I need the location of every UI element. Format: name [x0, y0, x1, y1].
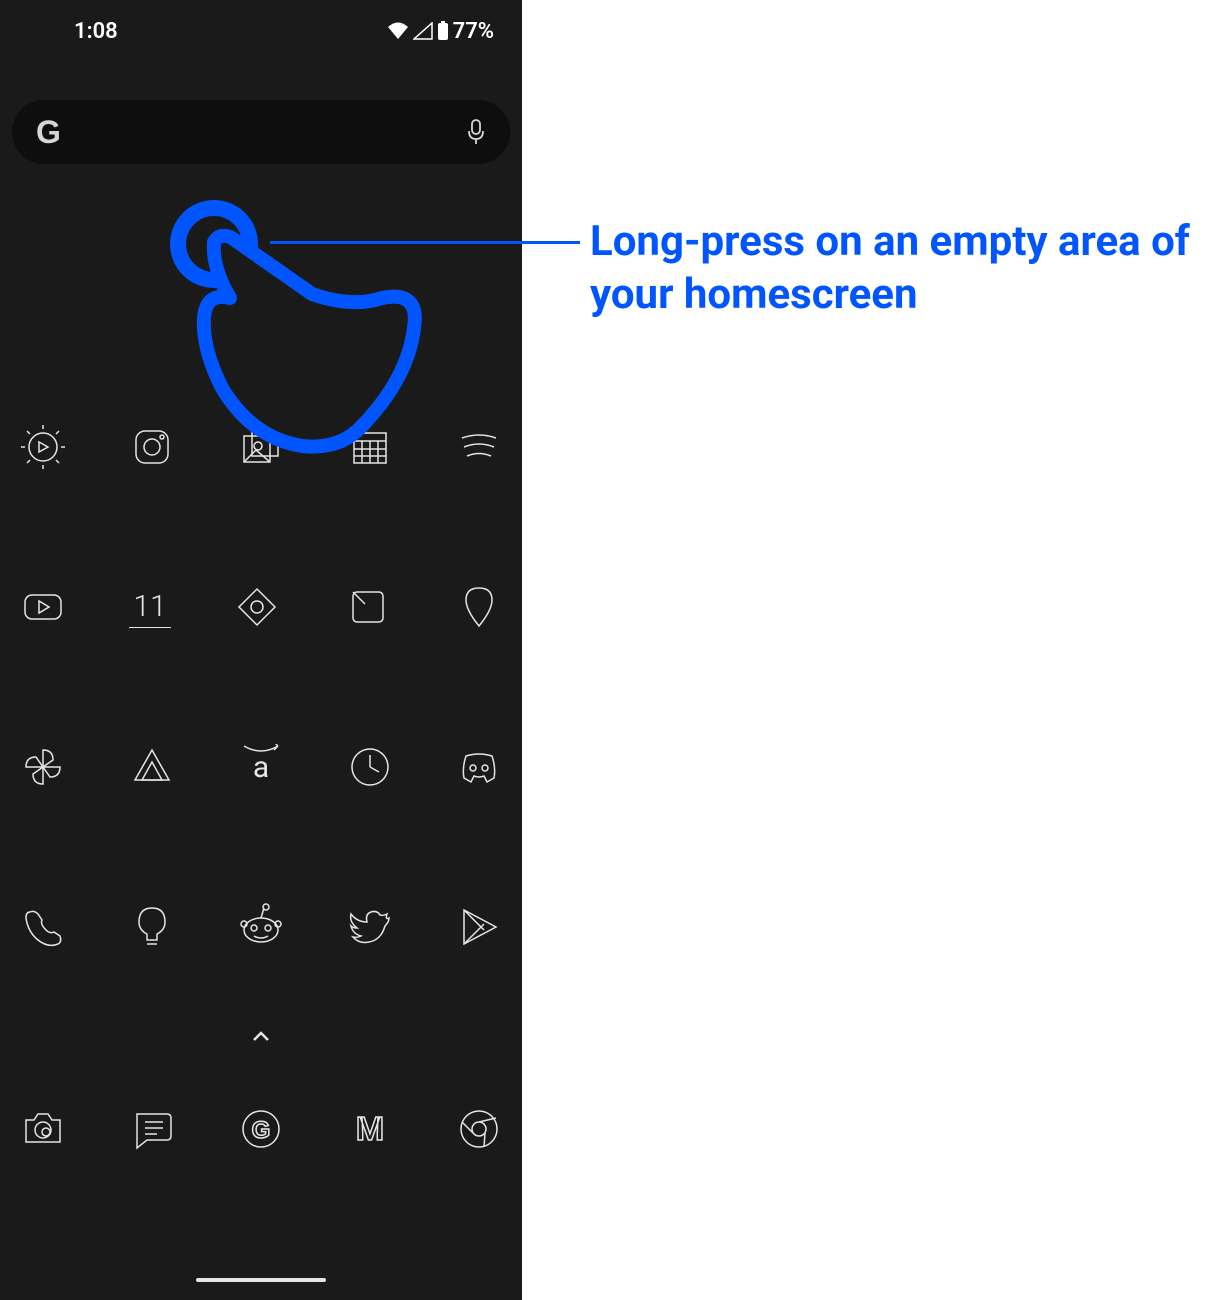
phone-homescreen[interactable]: 1:08 77% G 11	[0, 0, 522, 1300]
youtube-icon[interactable]	[18, 582, 68, 632]
status-indicators: 77%	[387, 19, 494, 44]
eleven-icon[interactable]: 11	[129, 586, 171, 628]
calendar-icon[interactable]	[345, 422, 395, 472]
drawer-chevron-icon[interactable]	[18, 1024, 504, 1048]
file-icon[interactable]	[343, 582, 393, 632]
svg-text:G: G	[252, 1117, 271, 1144]
drive-icon[interactable]	[127, 742, 177, 792]
app-row-2: 11	[18, 582, 504, 632]
twitter-icon[interactable]	[345, 902, 395, 952]
clock-icon[interactable]	[345, 742, 395, 792]
nav-gesture-bar[interactable]	[196, 1278, 326, 1282]
annotation-text: Long-press on an empty area of your home…	[590, 216, 1190, 321]
youtube-studio-icon[interactable]	[18, 422, 68, 472]
spotify-icon[interactable]	[454, 422, 504, 472]
mic-icon[interactable]	[466, 118, 486, 146]
play-store-icon[interactable]	[454, 902, 504, 952]
reddit-icon[interactable]	[236, 902, 286, 952]
dock-row: G M	[18, 1104, 504, 1154]
app-row-3: a	[18, 742, 504, 792]
battery-icon	[437, 21, 449, 41]
chrome-icon[interactable]	[454, 1104, 504, 1154]
phone-icon[interactable]	[18, 902, 68, 952]
amazon-icon[interactable]: a	[236, 742, 286, 792]
discord-icon[interactable]	[454, 742, 504, 792]
google-logo-icon: G	[36, 114, 61, 151]
google-icon[interactable]: G	[236, 1104, 286, 1154]
app-row-4	[18, 902, 504, 952]
app-grid: 11 a G M	[0, 164, 522, 1154]
status-bar: 1:08 77%	[0, 0, 522, 62]
messages-icon[interactable]	[127, 1104, 177, 1154]
battery-percent: 77%	[453, 19, 494, 44]
eleven-label: 11	[133, 589, 166, 624]
keep-icon[interactable]	[127, 902, 177, 952]
photos-icon[interactable]	[18, 742, 68, 792]
gallery-icon[interactable]	[236, 422, 286, 472]
camera-icon[interactable]	[18, 1104, 68, 1154]
location-icon[interactable]	[454, 582, 504, 632]
callout-line	[270, 241, 580, 244]
gmail-label: M	[356, 1110, 384, 1148]
search-bar[interactable]: G	[12, 100, 510, 164]
wifi-icon	[387, 22, 409, 40]
diamond-icon[interactable]	[232, 582, 282, 632]
status-time: 1:08	[74, 19, 118, 44]
signal-icon	[413, 22, 433, 40]
instagram-icon[interactable]	[127, 422, 177, 472]
gmail-icon[interactable]: M	[345, 1104, 395, 1154]
app-row-1	[18, 422, 504, 472]
